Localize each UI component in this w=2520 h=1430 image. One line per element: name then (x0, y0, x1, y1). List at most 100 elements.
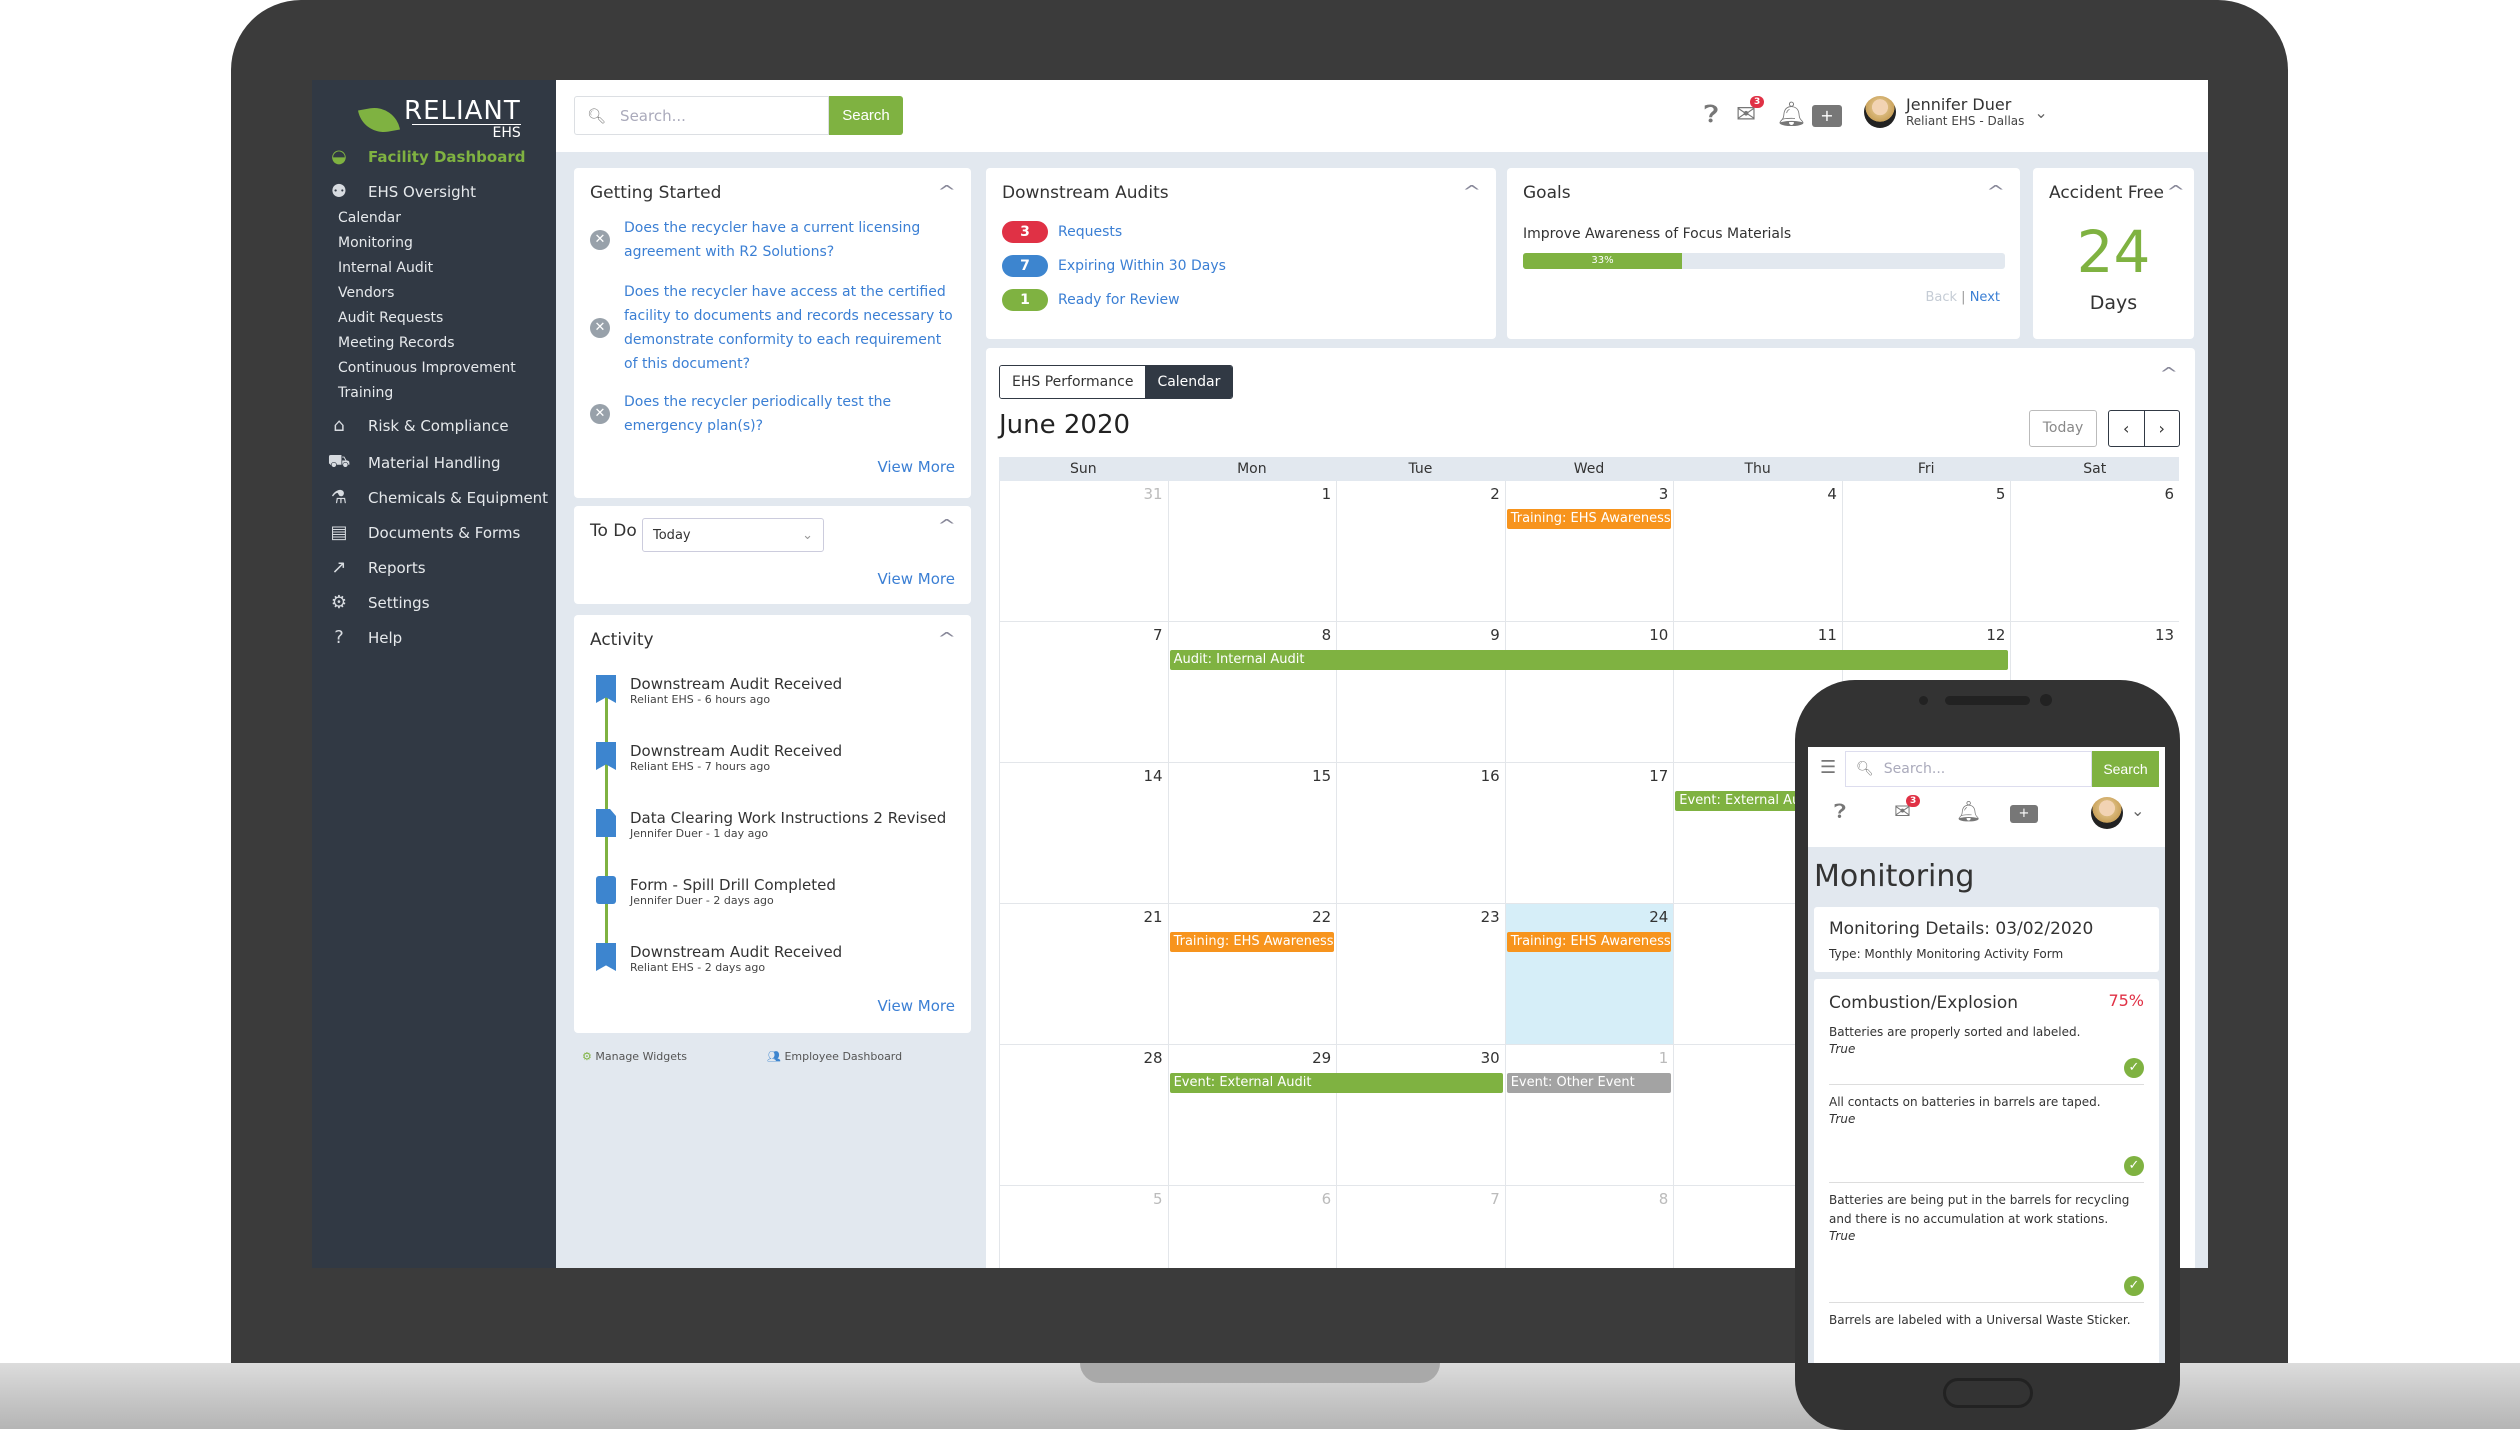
calendar-day[interactable]: 4 (1673, 481, 1842, 621)
calendar-event[interactable]: Event: Other Event (1506, 1073, 1672, 1093)
bell-icon[interactable]: 🔔︎ (1956, 799, 1981, 823)
downstream-item[interactable]: 3 Requests (1002, 220, 1226, 244)
ambulance-icon[interactable]: + (1812, 105, 1842, 127)
downstream-link[interactable]: Requests (1058, 220, 1122, 244)
sidebar-item-chemicals-equipment[interactable]: ⚗ Chemicals & Equipment (312, 487, 556, 508)
sidebar-subitem-meeting-records[interactable]: Meeting Records (338, 335, 455, 351)
calendar-day[interactable]: 1 (1504, 1045, 1674, 1185)
calendar-day[interactable]: 24 (1504, 904, 1674, 1044)
sidebar-subitem-monitoring[interactable]: Monitoring (338, 235, 413, 251)
hamburger-menu-icon[interactable]: ☰ (1820, 757, 1836, 778)
calendar-day[interactable]: 22 (1167, 904, 1337, 1044)
sidebar-subitem-vendors[interactable]: Vendors (338, 285, 394, 301)
calendar-event[interactable]: Training: EHS Awareness (1169, 932, 1335, 952)
search-input[interactable]: 🔍︎ Search... (574, 96, 829, 135)
sidebar-subitem-internal-audit[interactable]: Internal Audit (338, 260, 433, 276)
getting-started-item[interactable]: ✕ Does the recycler periodically test the… (590, 390, 957, 438)
dismiss-icon[interactable]: ✕ (590, 318, 610, 338)
help-icon[interactable]: ❓︎ (1704, 100, 1718, 128)
calendar-day[interactable]: 23 (1336, 904, 1505, 1044)
sidebar-item-material-handling[interactable]: ⛟ Material Handling (312, 451, 556, 475)
manage-widgets-link[interactable]: ⚙ Manage Widgets (582, 1050, 687, 1063)
avatar[interactable] (2091, 797, 2123, 829)
activity-item[interactable]: Downstream Audit Received Reliant EHS - 6… (596, 675, 842, 706)
back-link[interactable]: Back (1925, 290, 1957, 305)
collapse-chevron-icon[interactable]: ^ (937, 629, 956, 648)
next-link[interactable]: Next (1970, 290, 2000, 305)
view-more-link[interactable]: View More (877, 570, 955, 588)
calendar-day[interactable]: 28 (999, 1045, 1168, 1185)
getting-started-item[interactable]: ✕ Does the recycler have access at the ce… (590, 280, 957, 376)
calendar-day[interactable]: 6 (1167, 1186, 1337, 1268)
calendar-day[interactable]: 5 (1841, 481, 2011, 621)
activity-item[interactable]: Downstream Audit Received Reliant EHS - 7… (596, 742, 842, 773)
collapse-chevron-icon[interactable]: ^ (937, 516, 956, 535)
ambulance-icon[interactable]: + (2010, 805, 2038, 823)
sidebar-subitem-continuous-improvement[interactable]: Continuous Improvement (338, 360, 516, 376)
calendar-day[interactable]: 10 (1504, 622, 1674, 762)
calendar-event[interactable]: Event: External Audit (1169, 1073, 1503, 1093)
calendar-day[interactable]: 16 (1336, 763, 1505, 903)
sidebar-item-documents-forms[interactable]: ▤ Documents & Forms (312, 522, 556, 543)
calendar-day[interactable]: 30 (1336, 1045, 1505, 1185)
bell-icon[interactable]: 🔔︎ (1776, 100, 1806, 128)
calendar-day[interactable]: 7 (1336, 1186, 1505, 1268)
calendar-day[interactable]: 5 (999, 1186, 1168, 1268)
calendar-day[interactable]: 2 (1336, 481, 1505, 621)
calendar-day[interactable]: 29 (1167, 1045, 1337, 1185)
employee-dashboard-link[interactable]: 👥︎ Employee Dashboard (767, 1050, 902, 1063)
today-button[interactable]: Today (2029, 410, 2097, 447)
todo-filter-select[interactable]: Today ⌄ (642, 518, 824, 552)
calendar-day[interactable]: 21 (999, 904, 1168, 1044)
sidebar-item-help[interactable]: ? Help (312, 627, 556, 648)
calendar-day[interactable]: 3 (1504, 481, 1674, 621)
downstream-link[interactable]: Expiring Within 30 Days (1058, 254, 1226, 278)
collapse-chevron-icon[interactable]: ^ (1462, 182, 1481, 201)
sidebar-item-facility-dashboard[interactable]: ◒ Facility Dashboard (312, 146, 556, 167)
activity-item[interactable]: Downstream Audit Received Reliant EHS - 2… (596, 943, 842, 974)
collapse-chevron-icon[interactable]: ^ (2159, 364, 2178, 383)
calendar-day[interactable]: 8 (1167, 622, 1337, 762)
calendar-day[interactable]: 1 (1167, 481, 1337, 621)
mail-icon[interactable]: ✉ 3 (1736, 96, 1765, 128)
calendar-day[interactable]: 17 (1504, 763, 1674, 903)
activity-item[interactable]: Form - Spill Drill Completed Jennifer Due… (596, 876, 836, 907)
view-more-link[interactable]: View More (877, 458, 955, 476)
sidebar-item-ehs-oversight[interactable]: ⚉ EHS Oversight (312, 181, 556, 202)
tab-calendar[interactable]: Calendar (1145, 366, 1233, 398)
collapse-chevron-icon[interactable]: ^ (1986, 182, 2005, 201)
sidebar-subitem-calendar[interactable]: Calendar (338, 210, 401, 226)
calendar-day[interactable]: 7 (999, 622, 1168, 762)
calendar-day[interactable]: 31 (999, 481, 1168, 621)
sidebar-item-settings[interactable]: ⚙ Settings (312, 592, 556, 613)
collapse-chevron-icon[interactable]: ^ (2166, 182, 2185, 201)
calendar-day[interactable]: 8 (1504, 1186, 1674, 1268)
activity-item[interactable]: Data Clearing Work Instructions 2 Revise… (596, 809, 946, 840)
tab-ehs-performance[interactable]: EHS Performance (1000, 366, 1146, 398)
calendar-day[interactable]: 15 (1167, 763, 1337, 903)
collapse-chevron-icon[interactable]: ^ (937, 182, 956, 201)
prev-month-icon[interactable]: ‹ (2109, 411, 2145, 446)
search-button[interactable]: Search (829, 96, 903, 135)
view-more-link[interactable]: View More (877, 997, 955, 1015)
sidebar-item-risk-compliance[interactable]: ⌂ Risk & Compliance (312, 415, 556, 436)
calendar-day[interactable]: 6 (2010, 481, 2179, 621)
sidebar-item-reports[interactable]: ↗ Reports (312, 557, 556, 578)
item-link[interactable]: Does the recycler have a current licensi… (624, 216, 957, 264)
calendar-event[interactable]: Audit: Internal Audit (1169, 650, 2009, 670)
dismiss-icon[interactable]: ✕ (590, 230, 610, 250)
getting-started-item[interactable]: ✕ Does the recycler have a current licens… (590, 216, 957, 264)
sidebar-subitem-audit-requests[interactable]: Audit Requests (338, 310, 443, 326)
help-icon[interactable]: ❓︎ (1834, 799, 1846, 823)
calendar-event[interactable]: Training: EHS Awareness (1506, 509, 1672, 529)
calendar-day[interactable]: 14 (999, 763, 1168, 903)
calendar-event[interactable]: Training: EHS Awareness (1506, 932, 1672, 952)
downstream-item[interactable]: 1 Ready for Review (1002, 288, 1226, 312)
mail-icon[interactable]: ✉ 3 (1894, 795, 1921, 823)
phone-search-button[interactable]: Search (2092, 751, 2159, 787)
next-month-icon[interactable]: › (2145, 411, 2180, 446)
item-link[interactable]: Does the recycler have access at the cer… (624, 280, 957, 376)
calendar-day[interactable]: 9 (1336, 622, 1505, 762)
sidebar-subitem-training[interactable]: Training (338, 385, 393, 401)
chevron-down-icon[interactable]: ⌄ (2131, 801, 2144, 820)
